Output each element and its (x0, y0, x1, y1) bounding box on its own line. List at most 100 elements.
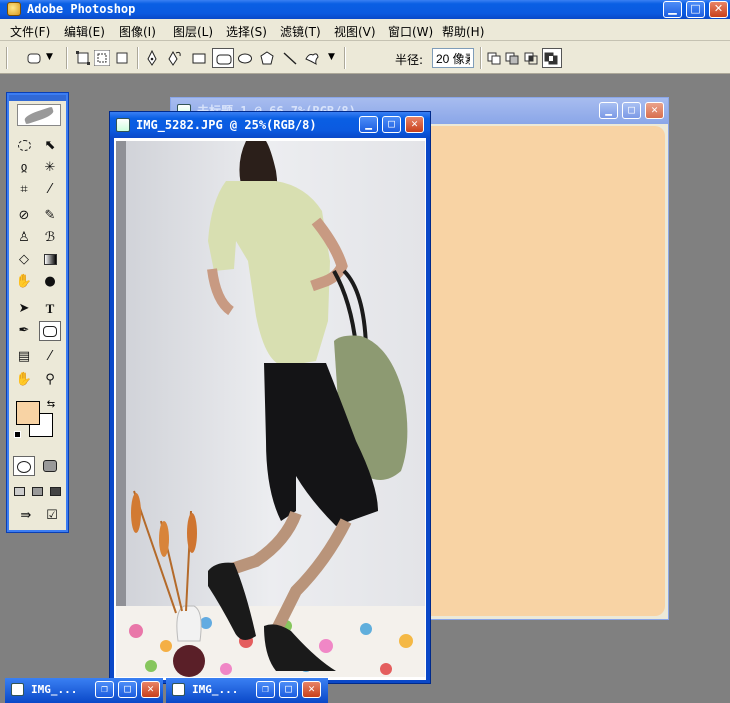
minimize-icon: ▁ (365, 117, 372, 130)
brush-tool[interactable]: ✎ (39, 206, 61, 226)
freeform-pen-tool-icon[interactable] (167, 50, 183, 66)
close-button[interactable]: ✕ (405, 116, 424, 133)
close-button[interactable]: ✕ (141, 681, 160, 698)
quick-mask-icon (43, 459, 57, 472)
marquee-tool[interactable] (13, 136, 35, 156)
options-separator (480, 47, 482, 69)
checkmark-icon: ☑ (46, 508, 58, 523)
exclude-overlapping-button[interactable] (542, 48, 562, 68)
eraser-icon: ◇ (19, 252, 29, 267)
close-button[interactable]: ✕ (709, 1, 728, 18)
line-shape-icon[interactable] (282, 50, 298, 66)
maximize-icon: □ (124, 682, 131, 695)
pen-tool[interactable]: ✒ (13, 321, 35, 341)
zoom-tool[interactable]: ⚲ (39, 370, 61, 390)
quick-mask-mode-button[interactable] (39, 456, 61, 476)
path-selection-tool[interactable]: ➤ (13, 299, 35, 319)
menu-view[interactable]: 视图(V) (334, 23, 376, 40)
custom-shape-icon[interactable] (304, 50, 320, 66)
gradient-tool[interactable] (39, 250, 61, 270)
adobe-feather-logo[interactable] (17, 104, 61, 126)
menu-layer[interactable]: 图层(L) (173, 23, 213, 40)
move-tool[interactable]: ⬉ (39, 136, 61, 156)
type-icon: T (45, 301, 55, 316)
magic-wand-tool[interactable]: ✳ (39, 158, 61, 178)
notes-tool[interactable]: ▤ (13, 347, 35, 367)
menu-filter[interactable]: 滤镜(T) (280, 23, 321, 40)
full-screen-mode[interactable] (46, 482, 64, 502)
history-brush-tool[interactable]: ℬ (39, 228, 61, 248)
maximize-button[interactable]: □ (686, 1, 705, 18)
slice-tool[interactable]: ⁄ (39, 180, 61, 200)
minimized-document-2[interactable]: IMG_... ❐ □ ✕ (166, 678, 328, 703)
rounded-rectangle-shape-button[interactable] (212, 48, 234, 68)
preset-dropdown-arrow-icon[interactable]: ▼ (46, 52, 62, 68)
menu-window[interactable]: 窗口(W) (388, 23, 433, 40)
minimize-button[interactable]: ▁ (599, 102, 618, 119)
rounded-rect-tool-preset-icon[interactable] (26, 50, 42, 66)
restore-button[interactable]: ❐ (256, 681, 275, 698)
eraser-tool[interactable]: ◇ (13, 250, 35, 270)
type-tool[interactable]: T (39, 299, 61, 319)
standard-screen-mode[interactable] (10, 482, 28, 502)
lasso-tool[interactable]: ჲ (13, 158, 35, 178)
menu-bar: 文件(F) 编辑(E) 图像(I) 图层(L) 选择(S) 滤镜(T) 视图(V… (0, 19, 730, 41)
restore-button[interactable]: ❐ (95, 681, 114, 698)
rounded-rectangle-tool[interactable] (39, 321, 61, 341)
minimize-button[interactable]: ▁ (663, 1, 682, 18)
rectangle-shape-icon[interactable] (191, 50, 207, 66)
maximize-button[interactable]: □ (622, 102, 641, 119)
hand-tool[interactable]: ✋ (13, 370, 35, 390)
document-titlebar-photo[interactable]: IMG_5282.JPG @ 25%(RGB/8) ▁ □ ✕ (110, 112, 430, 138)
add-to-shape-area-icon[interactable] (487, 50, 503, 66)
document-icon (172, 683, 185, 696)
maximize-button[interactable]: □ (382, 116, 401, 133)
paths-mode-icon[interactable] (94, 50, 110, 66)
intersect-shape-areas-icon[interactable] (524, 50, 540, 66)
subtract-from-shape-area-icon[interactable] (505, 50, 521, 66)
crop-tool[interactable]: ⌗ (13, 180, 35, 200)
foreground-color-swatch[interactable] (16, 401, 40, 425)
dodge-tool[interactable]: ● (39, 272, 61, 292)
menu-edit[interactable]: 编辑(E) (64, 23, 105, 40)
healing-brush-tool[interactable]: ⊘ (13, 206, 35, 226)
maximize-button[interactable]: □ (279, 681, 298, 698)
maximize-button[interactable]: □ (118, 681, 137, 698)
menu-help[interactable]: 帮助(H) (442, 23, 484, 40)
menu-select[interactable]: 选择(S) (226, 23, 267, 40)
document-icon (116, 118, 130, 132)
blur-tool[interactable]: ✋ (13, 272, 35, 292)
close-icon: ✕ (411, 117, 418, 130)
imageready-icon: ⇛ (20, 508, 32, 523)
options-bar: ▼ ▼ 半径: (0, 41, 730, 74)
pen-tool-icon[interactable] (144, 50, 160, 66)
radius-input[interactable] (432, 48, 474, 68)
default-colors-icon[interactable] (14, 431, 26, 443)
minimized-document-title: IMG_... (192, 683, 239, 696)
close-button[interactable]: ✕ (302, 681, 321, 698)
shape-dropdown-arrow-icon[interactable]: ▼ (328, 52, 344, 68)
standard-mode-button[interactable] (13, 456, 35, 476)
minimized-document-1[interactable]: IMG_... ❐ □ ✕ (5, 678, 163, 703)
photo-canvas[interactable] (116, 141, 425, 677)
eyedropper-tool[interactable]: ⁄ (39, 347, 61, 367)
jump-to-imageready-button[interactable]: ⇛ (13, 506, 39, 526)
menu-file[interactable]: 文件(F) (10, 23, 50, 40)
fill-pixels-icon[interactable] (114, 50, 130, 66)
polygon-shape-icon[interactable] (259, 50, 275, 66)
full-screen-menu-mode[interactable] (28, 482, 46, 502)
document-title-photo: IMG_5282.JPG @ 25%(RGB/8) (136, 118, 317, 132)
minimized-document-title: IMG_... (31, 683, 78, 696)
swap-colors-icon[interactable]: ⇆ (45, 399, 57, 411)
checkmark-icon-button[interactable]: ☑ (41, 506, 63, 526)
minimize-button[interactable]: ▁ (359, 116, 378, 133)
clone-stamp-tool[interactable]: ♙ (13, 228, 35, 248)
close-button[interactable]: ✕ (645, 102, 664, 119)
ellipse-shape-icon[interactable] (237, 50, 253, 66)
minimize-icon: ▁ (668, 2, 677, 15)
toolbox-titlebar[interactable] (9, 95, 66, 101)
maximize-icon: □ (388, 117, 395, 130)
menu-image[interactable]: 图像(I) (119, 23, 156, 40)
shape-layers-icon[interactable] (75, 50, 91, 66)
app-titlebar[interactable]: Adobe Photoshop ▁ □ ✕ (0, 0, 730, 19)
